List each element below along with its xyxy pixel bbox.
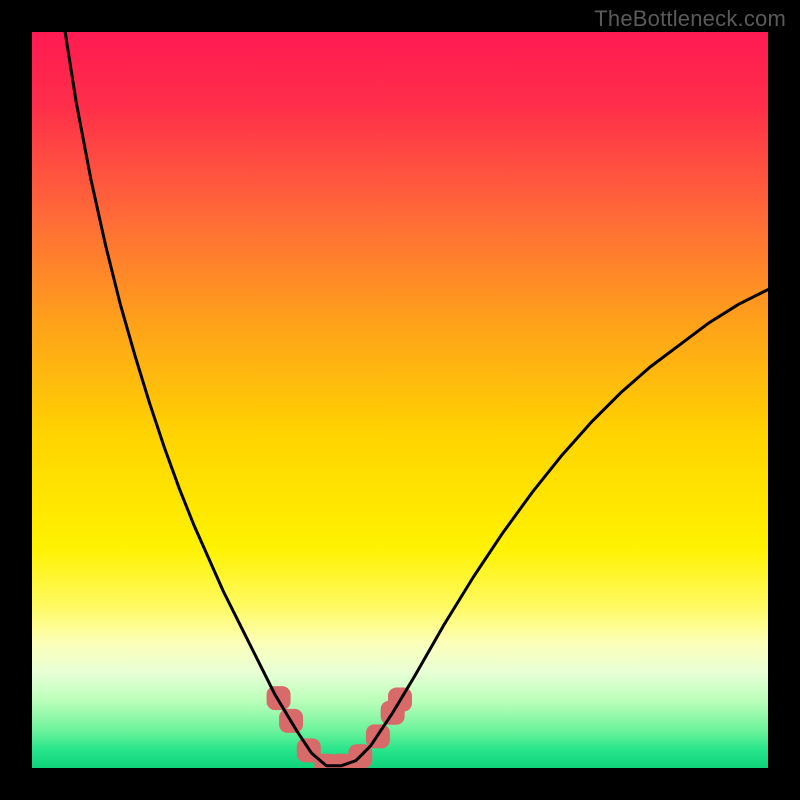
bottleneck-curve <box>65 32 768 766</box>
curve-layer <box>32 32 768 768</box>
attribution-watermark: TheBottleneck.com <box>594 6 786 32</box>
plot-area <box>32 32 768 768</box>
frame: TheBottleneck.com <box>0 0 800 800</box>
markers-group <box>267 686 412 768</box>
